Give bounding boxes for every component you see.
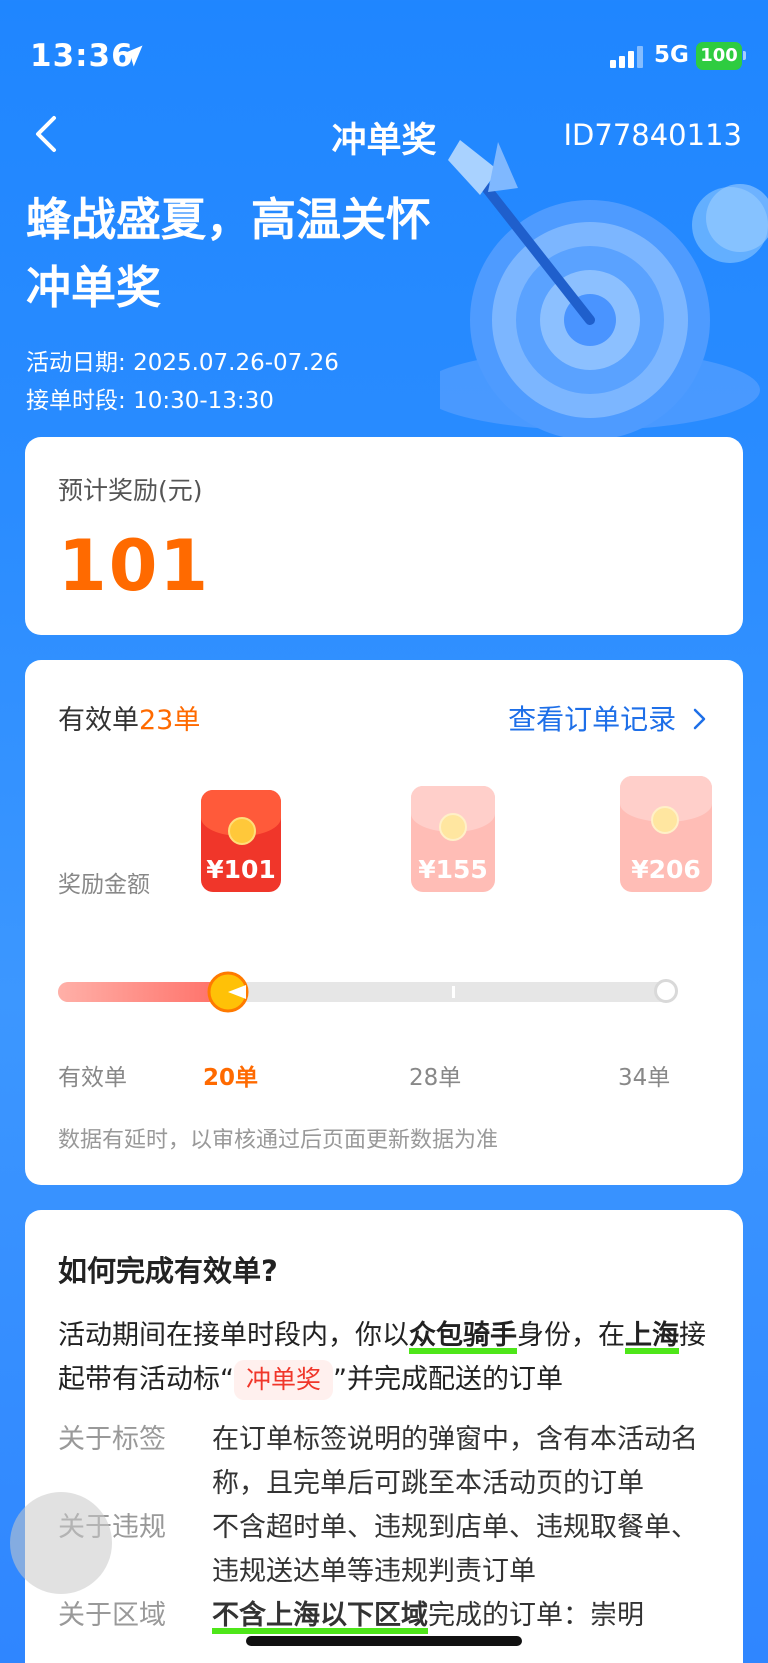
data-delay-note: 数据有延时，以审核通过后页面更新数据为准	[58, 1128, 499, 1153]
threshold-label-2: 28单	[409, 1065, 462, 1091]
activity-tag-chip: 冲单奖	[234, 1360, 334, 1400]
rule-value: 不含超时单、违规到店单、违规取餐单、违规送达单等违规判责订单	[212, 1512, 698, 1587]
tier-amount: ¥101	[206, 855, 276, 884]
home-indicator[interactable]	[246, 1636, 522, 1646]
tier-threshold-labels: 有效单 20单 28单 34单	[25, 1058, 743, 1091]
reward-value: 101	[58, 525, 211, 607]
user-id: ID77840113	[563, 118, 743, 152]
activity-meta: 活动日期: 2025.07.26-07.26 接单时段: 10:30-13:30	[26, 344, 339, 420]
headline-line-1: 蜂战盛夏，高温关怀	[26, 193, 432, 246]
activity-headline: 蜂战盛夏，高温关怀 冲单奖	[26, 186, 546, 322]
tier-amount: ¥155	[418, 855, 488, 884]
rule-value: 不含上海以下区域完成的订单：崇明	[212, 1594, 718, 1638]
period-label: 接单时段:	[26, 388, 126, 414]
view-records-label: 查看订单记录	[508, 703, 677, 736]
progress-thumb-icon	[207, 971, 249, 1013]
coin-icon	[228, 817, 256, 845]
threshold-label-3: 34单	[618, 1065, 671, 1091]
desc-text: ”并完成配送的订单	[333, 1364, 564, 1395]
region-highlight: 不含上海以下区域	[212, 1600, 428, 1631]
desc-highlight-city: 上海	[625, 1320, 679, 1351]
desc-highlight-rider: 众包骑手	[409, 1320, 517, 1351]
howto-card: 如何完成有效单? 活动期间在接单时段内，你以众包骑手身份，在上海接起带有活动标“…	[25, 1210, 743, 1663]
howto-description: 活动期间在接单时段内，你以众包骑手身份，在上海接起带有活动标“ 冲单奖 ”并完成配送…	[58, 1314, 708, 1402]
bonus-amount-label: 奖励金额	[58, 872, 150, 898]
progress-tick	[452, 986, 455, 998]
period-value: 10:30-13:30	[133, 388, 274, 414]
progress-card: 有效单23单 查看订单记录 奖励金额 ¥101 ¥155 ¥206 有效单 20…	[25, 660, 743, 1185]
threshold-label-1: 20单	[203, 1065, 259, 1091]
valid-orders-summary: 有效单23单	[58, 698, 200, 737]
red-envelope-tier-3: ¥206	[620, 776, 712, 892]
chevron-right-icon	[693, 708, 706, 730]
red-envelope-tier-1: ¥101	[201, 790, 281, 892]
activity-date: 活动日期: 2025.07.26-07.26	[26, 344, 339, 382]
progress-fill	[58, 982, 228, 1002]
desc-text: 活动期间在接单时段内，你以	[58, 1320, 409, 1351]
valid-orders-count: 23单	[139, 705, 201, 736]
order-period: 接单时段: 10:30-13:30	[26, 382, 339, 420]
desc-text: 身份，在	[517, 1320, 625, 1351]
estimated-reward-card: 预计奖励(元) 101	[25, 437, 743, 635]
assistive-touch-button[interactable]	[10, 1492, 112, 1594]
battery-tip	[743, 51, 746, 60]
date-value: 2025.07.26-07.26	[133, 350, 339, 376]
axis-label: 有效单	[58, 1065, 127, 1091]
tier-amount: ¥206	[631, 855, 701, 884]
red-envelope-tier-2: ¥155	[411, 786, 495, 892]
progress-end-marker	[654, 979, 678, 1003]
date-label: 活动日期:	[26, 350, 126, 376]
valid-orders-label: 有效单	[58, 705, 139, 736]
region-rest: 完成的订单：崇明	[428, 1600, 644, 1631]
progress-track	[58, 971, 678, 1013]
reward-label: 预计奖励(元)	[58, 476, 203, 505]
coin-icon	[651, 806, 679, 834]
howto-title: 如何完成有效单?	[58, 1254, 278, 1288]
rule-value: 在订单标签说明的弹窗中，含有本活动名称，且完单后可跳至本活动页的订单	[212, 1424, 698, 1499]
rule-key: 关于区域	[58, 1600, 166, 1631]
headline-line-2: 冲单奖	[26, 261, 162, 314]
rule-key: 关于标签	[58, 1424, 166, 1455]
coin-icon	[439, 813, 467, 841]
location-arrow-icon	[121, 45, 143, 67]
view-order-records-link[interactable]: 查看订单记录	[508, 698, 707, 738]
